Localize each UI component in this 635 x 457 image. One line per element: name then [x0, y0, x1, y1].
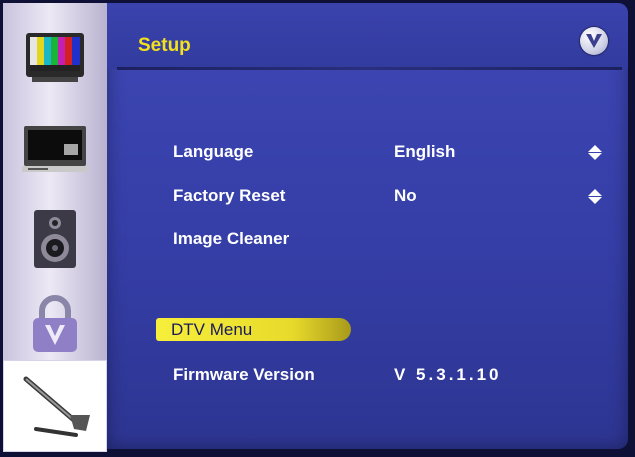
dtv-menu-button[interactable]: DTV Menu: [156, 318, 351, 341]
sidebar-item-picture[interactable]: [3, 11, 107, 103]
wrench-icon: [23, 376, 90, 437]
menu-row-image-cleaner[interactable]: Image Cleaner: [107, 229, 628, 255]
page-title: Setup: [138, 35, 191, 56]
menu-row-factory-reset[interactable]: Factory Reset No: [107, 186, 628, 212]
up-down-arrows-icon[interactable]: [588, 145, 602, 161]
monitor-icon: [22, 126, 88, 172]
image-cleaner-label: Image Cleaner: [173, 229, 290, 248]
padlock-v-icon: [33, 295, 77, 352]
setup-panel: Setup Language English Factory Reset No …: [107, 3, 628, 449]
menu-row-language[interactable]: Language English: [107, 142, 628, 168]
osd-frame: Setup Language English Factory Reset No …: [0, 0, 635, 457]
vizio-logo-icon: [580, 27, 608, 55]
sidebar-item-parental[interactable]: [3, 278, 107, 370]
up-down-arrows-icon[interactable]: [588, 189, 602, 205]
v-logo-icon: [586, 34, 602, 48]
sidebar-item-audio[interactable]: [3, 193, 107, 285]
factory-reset-label: Factory Reset: [173, 186, 286, 205]
sidebar-item-setup[interactable]: [3, 360, 107, 452]
speaker-icon: [34, 210, 76, 268]
firmware-label: Firmware Version: [173, 365, 315, 384]
dtv-menu-label: DTV Menu: [171, 320, 253, 339]
language-label: Language: [173, 142, 254, 161]
firmware-value: V 5.3.1.10: [394, 365, 502, 384]
sidebar: [3, 3, 107, 452]
factory-reset-value: No: [394, 186, 417, 205]
sidebar-item-tv[interactable]: [3, 103, 107, 195]
tv-color-bars-icon: [26, 33, 84, 82]
panel-header: Setup: [107, 3, 628, 69]
menu-row-firmware: Firmware Version V 5.3.1.10: [107, 365, 628, 391]
header-divider: [117, 67, 622, 70]
language-value: English: [394, 142, 456, 161]
